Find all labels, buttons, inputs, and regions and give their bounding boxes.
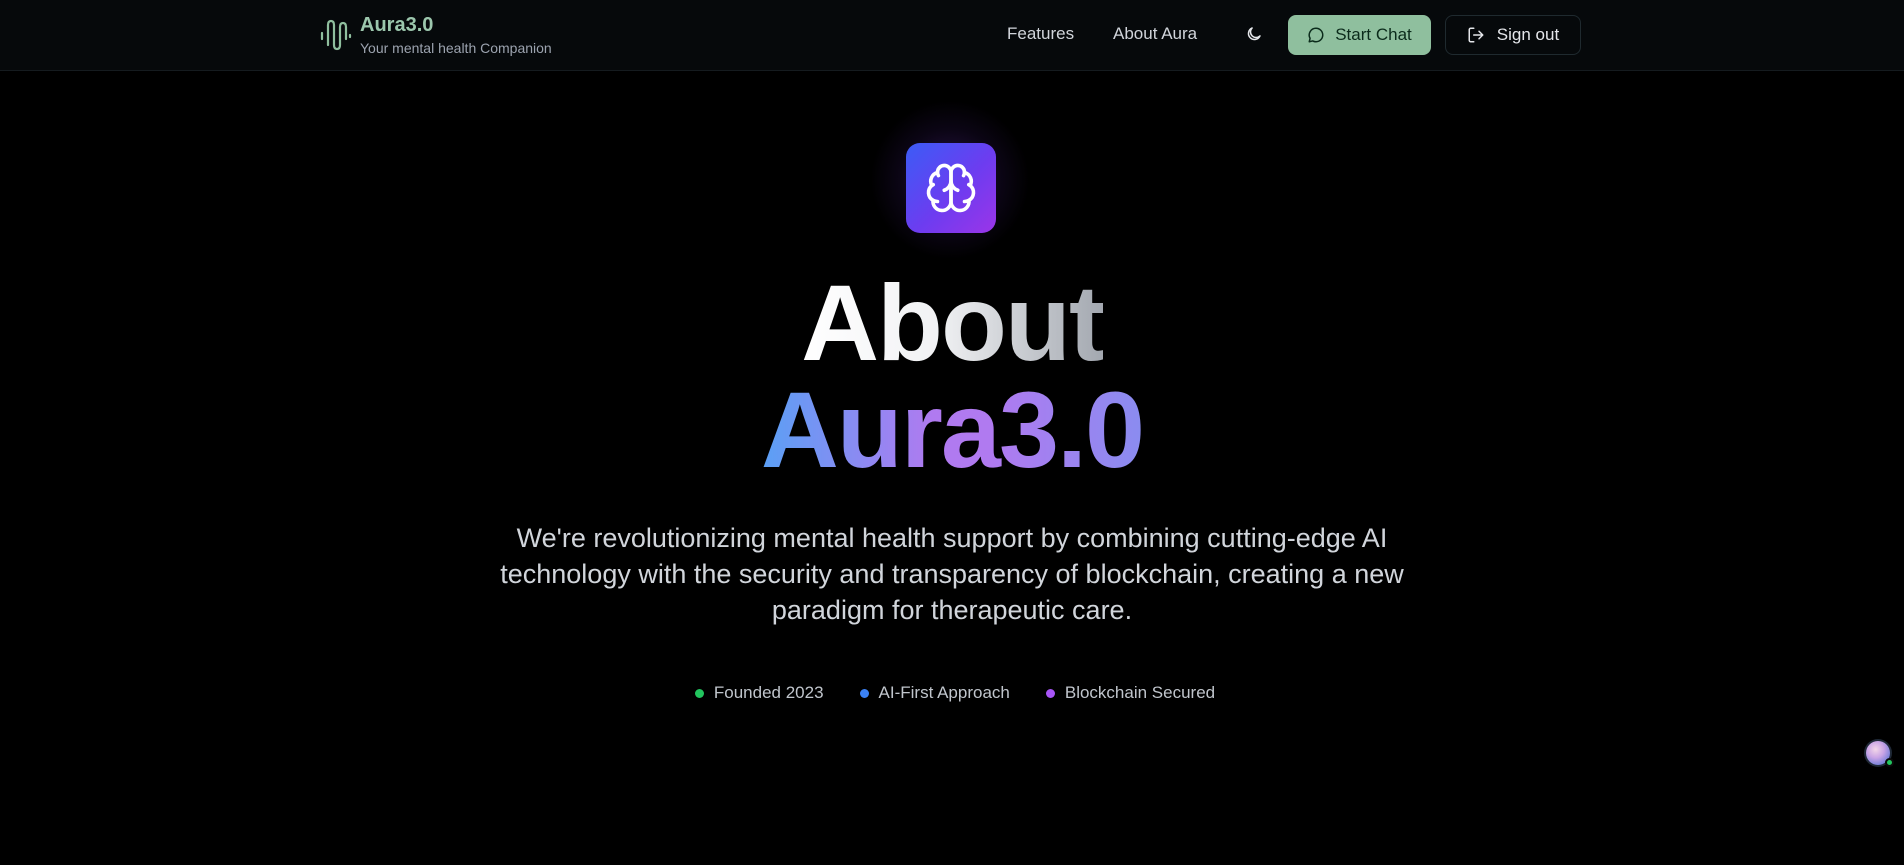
hero-title-about: About [801, 262, 1105, 383]
hero-icon-tile [906, 143, 996, 233]
brand-name: Aura3.0 [360, 14, 434, 36]
hero-badges: Founded 2023 AI-First Approach Blockchai… [0, 682, 1904, 704]
top-navbar: Aura3.0 Your mental health Companion Fea… [0, 0, 1904, 71]
audio-wave-icon [320, 19, 352, 51]
brain-icon [926, 163, 976, 213]
badge-dot-blue [859, 688, 869, 698]
hero-description: We're revolutionizing mental health supp… [500, 523, 1404, 625]
online-status-dot [1885, 758, 1894, 767]
badge-label: Blockchain Secured [1064, 683, 1216, 702]
brand-text: Aura3.0 Your mental health Companion [360, 12, 552, 57]
brand-logo-link[interactable]: Aura3.0 Your mental health Companion [320, 12, 552, 57]
message-circle-icon [1308, 27, 1324, 43]
about-page: Aura3.0 Your mental health Companion Fea… [0, 0, 1904, 865]
hero-title-brand: Aura3.0 [760, 369, 1145, 490]
start-chat-button[interactable]: Start Chat [1288, 15, 1431, 55]
badge-dot-green [694, 688, 704, 698]
nav-link-features[interactable]: Features [1007, 23, 1074, 45]
nav-link-about-aura[interactable]: About Aura [1113, 23, 1197, 45]
moon-icon [1247, 27, 1261, 41]
badge-founded: Founded 2023 [694, 682, 824, 704]
sign-out-label: Sign out [1496, 25, 1560, 44]
badge-label: Founded 2023 [713, 683, 824, 702]
hero-title-line-2: Aura3.0 [0, 375, 1904, 485]
brand-tagline: Your mental health Companion [360, 40, 552, 56]
sign-out-button[interactable]: Sign out [1445, 15, 1581, 55]
badge-blockchain: Blockchain Secured [1045, 682, 1216, 704]
badge-dot-purple [1045, 688, 1055, 698]
log-out-icon [1468, 27, 1484, 43]
hero-title-line-1: About [0, 268, 1904, 378]
floating-assistant-avatar[interactable] [1864, 739, 1894, 767]
badge-ai-first: AI-First Approach [859, 682, 1010, 704]
badge-label: AI-First Approach [878, 683, 1010, 702]
theme-toggle-button[interactable] [1240, 20, 1268, 48]
start-chat-label: Start Chat [1335, 25, 1412, 44]
